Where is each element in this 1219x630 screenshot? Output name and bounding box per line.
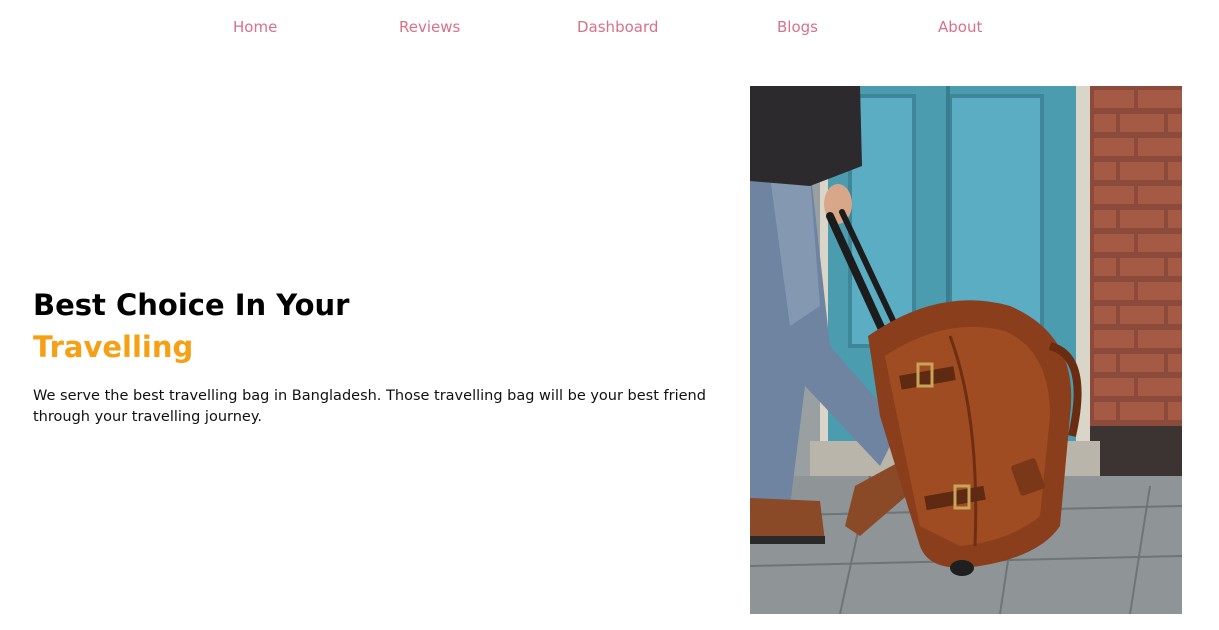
travel-bag-photo-icon — [750, 86, 1182, 614]
nav-link-blogs[interactable]: Blogs — [777, 18, 818, 36]
hero-title-line1: Best Choice In Your — [33, 288, 350, 322]
top-nav: Home Reviews Dashboard Blogs About — [0, 0, 1219, 56]
hero-text: Best Choice In Your Travelling We serve … — [33, 284, 748, 428]
hero-description: We serve the best travelling bag in Bang… — [33, 388, 706, 425]
nav-link-about[interactable]: About — [938, 18, 982, 36]
nav-link-reviews[interactable]: Reviews — [399, 18, 460, 36]
hero-title-highlight: Travelling — [33, 330, 194, 364]
nav-link-home[interactable]: Home — [233, 18, 277, 36]
hero-image — [750, 86, 1182, 614]
hero-title: Best Choice In Your Travelling — [33, 284, 748, 368]
nav-link-dashboard[interactable]: Dashboard — [577, 18, 658, 36]
